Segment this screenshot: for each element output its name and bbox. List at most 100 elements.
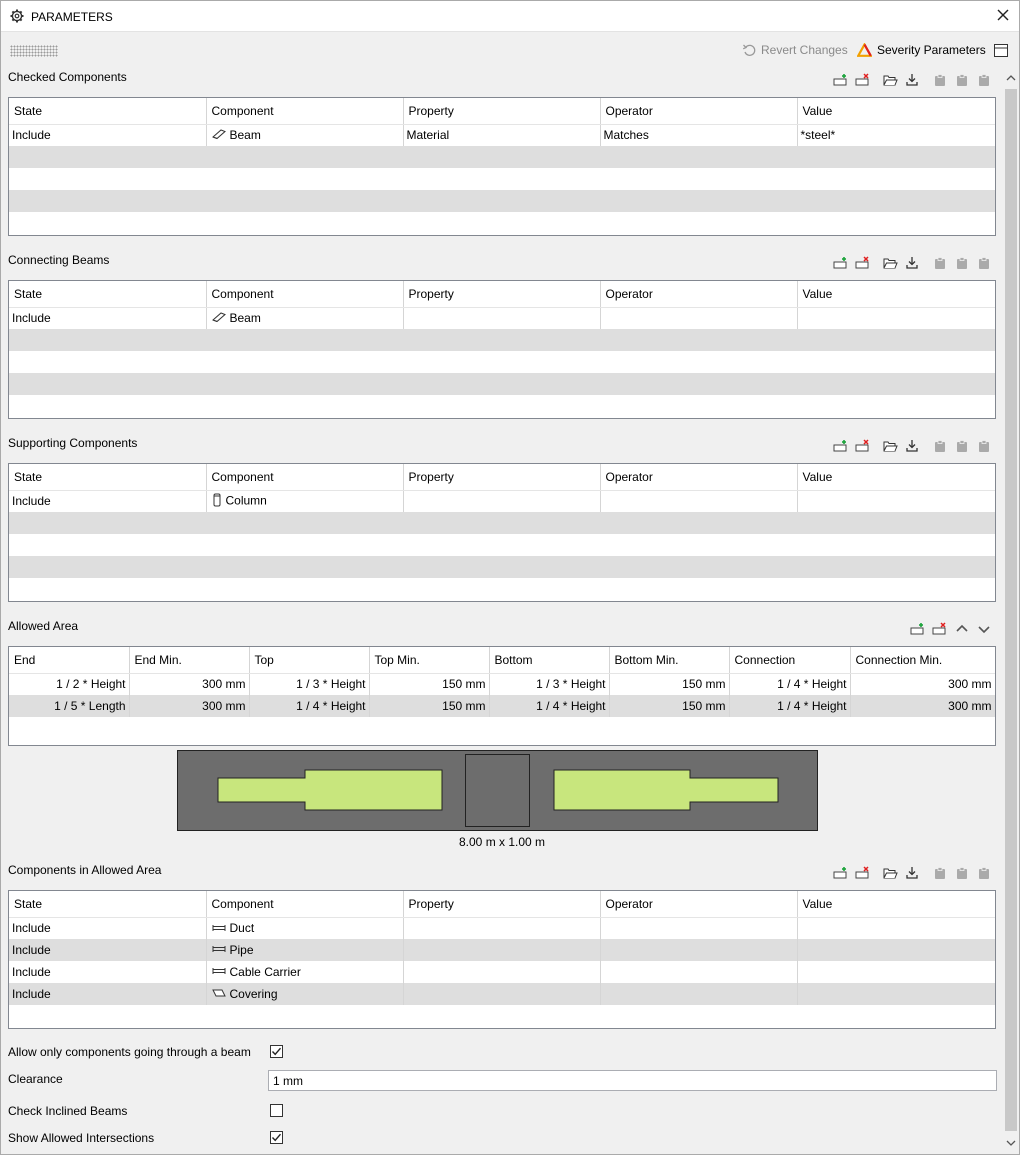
revert-changes-button[interactable]: Revert Changes xyxy=(742,43,848,57)
clipboard-3-button[interactable] xyxy=(973,71,995,89)
add-row-button[interactable] xyxy=(907,620,929,638)
panel-layout-icon[interactable] xyxy=(994,44,1008,57)
area-cell[interactable]: 150 mm xyxy=(609,673,730,695)
column-header[interactable]: Operator xyxy=(600,891,798,918)
property-cell[interactable] xyxy=(403,939,601,961)
component-cell[interactable]: Duct xyxy=(206,917,404,939)
severity-parameters-button[interactable]: Severity Parameters xyxy=(857,43,986,57)
add-row-button[interactable] xyxy=(829,437,851,455)
scroll-up-icon[interactable] xyxy=(1003,70,1019,87)
column-header[interactable]: Component xyxy=(206,891,404,918)
move-down-button[interactable] xyxy=(973,620,995,638)
clipboard-1-button[interactable] xyxy=(929,437,951,455)
column-header[interactable]: Bottom Min. xyxy=(609,647,730,674)
column-header[interactable]: Component xyxy=(206,464,404,491)
table-row[interactable]: Include Column xyxy=(9,490,995,512)
state-cell[interactable]: Include xyxy=(9,961,207,983)
property-cell[interactable] xyxy=(403,490,601,512)
column-header[interactable]: End xyxy=(9,647,130,674)
clipboard-2-button[interactable] xyxy=(951,254,973,272)
column-header[interactable]: Component xyxy=(206,98,404,125)
column-header[interactable]: Operator xyxy=(600,464,798,491)
column-header[interactable]: State xyxy=(9,464,207,491)
clipboard-2-button[interactable] xyxy=(951,71,973,89)
clipboard-1-button[interactable] xyxy=(929,254,951,272)
state-cell[interactable]: Include xyxy=(9,939,207,961)
clearance-input[interactable] xyxy=(268,1070,997,1091)
components-in-area-grid[interactable]: State Component Property Operator Value Inclu… xyxy=(8,890,996,1029)
component-cell[interactable]: Beam xyxy=(206,307,404,329)
operator-cell[interactable] xyxy=(600,917,798,939)
component-cell[interactable]: Pipe xyxy=(206,939,404,961)
column-header[interactable]: Top xyxy=(249,647,370,674)
state-cell[interactable]: Include xyxy=(9,917,207,939)
column-header[interactable]: State xyxy=(9,281,207,308)
table-row[interactable]: Include Pipe xyxy=(9,939,995,961)
column-header[interactable]: Property xyxy=(403,98,601,125)
column-header[interactable]: Value xyxy=(797,281,995,308)
close-icon[interactable] xyxy=(995,7,1011,23)
area-cell[interactable]: 1 / 2 * Height xyxy=(9,673,130,695)
operator-cell[interactable] xyxy=(600,307,798,329)
clipboard-3-button[interactable] xyxy=(973,437,995,455)
value-cell[interactable] xyxy=(797,961,995,983)
state-cell[interactable]: Include xyxy=(9,307,207,329)
check-inclined-checkbox[interactable] xyxy=(270,1104,283,1117)
connecting-beams-grid[interactable]: State Component Property Operator Value Inclu… xyxy=(8,280,996,419)
property-cell[interactable] xyxy=(403,917,601,939)
component-cell[interactable]: Column xyxy=(206,490,404,512)
column-header[interactable]: Operator xyxy=(600,98,798,125)
export-button[interactable] xyxy=(901,71,923,89)
table-row[interactable]: Include Covering xyxy=(9,983,995,1005)
open-folder-button[interactable] xyxy=(879,437,901,455)
remove-row-button[interactable] xyxy=(929,620,951,638)
column-header[interactable]: Bottom xyxy=(489,647,610,674)
column-header[interactable]: Value xyxy=(797,98,995,125)
checked-components-grid[interactable]: State Component Property Operator Value Inclu… xyxy=(8,97,996,236)
area-cell[interactable]: 150 mm xyxy=(369,695,490,717)
column-header[interactable]: Component xyxy=(206,281,404,308)
table-row[interactable]: 1 / 2 * Height 300 mm 1 / 3 * Height 150 mm… xyxy=(9,673,995,695)
value-cell[interactable] xyxy=(797,917,995,939)
column-header[interactable]: Operator xyxy=(600,281,798,308)
remove-row-button[interactable] xyxy=(851,437,873,455)
open-folder-button[interactable] xyxy=(879,71,901,89)
property-cell[interactable]: Material xyxy=(403,124,601,146)
scroll-thumb[interactable] xyxy=(1005,89,1017,1131)
component-cell[interactable]: Covering xyxy=(206,983,404,1005)
area-cell[interactable]: 1 / 4 * Height xyxy=(729,695,851,717)
operator-cell[interactable]: Matches xyxy=(600,124,798,146)
add-row-button[interactable] xyxy=(829,864,851,882)
table-row[interactable]: Include Beam Material Matches *steel* xyxy=(9,124,995,146)
column-header[interactable]: Connection xyxy=(729,647,851,674)
table-row[interactable]: Include Duct xyxy=(9,917,995,939)
column-header[interactable]: State xyxy=(9,98,207,125)
allow-through-beam-checkbox[interactable] xyxy=(270,1045,283,1058)
operator-cell[interactable] xyxy=(600,939,798,961)
property-cell[interactable] xyxy=(403,961,601,983)
allowed-area-grid[interactable]: End End Min. Top Top Min. Bottom Bottom Min. C… xyxy=(8,646,996,746)
area-cell[interactable]: 300 mm xyxy=(850,673,995,695)
column-header[interactable]: Connection Min. xyxy=(850,647,995,674)
area-cell[interactable]: 300 mm xyxy=(850,695,995,717)
supporting-components-grid[interactable]: State Component Property Operator Value Inclu… xyxy=(8,463,996,602)
column-header[interactable]: State xyxy=(9,891,207,918)
scroll-down-icon[interactable] xyxy=(1003,1134,1019,1151)
add-row-button[interactable] xyxy=(829,71,851,89)
area-cell[interactable]: 150 mm xyxy=(609,695,730,717)
property-cell[interactable] xyxy=(403,307,601,329)
export-button[interactable] xyxy=(901,864,923,882)
operator-cell[interactable] xyxy=(600,961,798,983)
area-cell[interactable]: 1 / 4 * Height xyxy=(489,695,610,717)
add-row-button[interactable] xyxy=(829,254,851,272)
clipboard-1-button[interactable] xyxy=(929,864,951,882)
area-cell[interactable]: 1 / 4 * Height xyxy=(249,695,370,717)
state-cell[interactable]: Include xyxy=(9,490,207,512)
open-folder-button[interactable] xyxy=(879,254,901,272)
area-cell[interactable]: 1 / 3 * Height xyxy=(489,673,610,695)
remove-row-button[interactable] xyxy=(851,864,873,882)
column-header[interactable]: Property xyxy=(403,464,601,491)
move-up-button[interactable] xyxy=(951,620,973,638)
area-cell[interactable]: 300 mm xyxy=(129,695,250,717)
column-header[interactable]: Property xyxy=(403,891,601,918)
